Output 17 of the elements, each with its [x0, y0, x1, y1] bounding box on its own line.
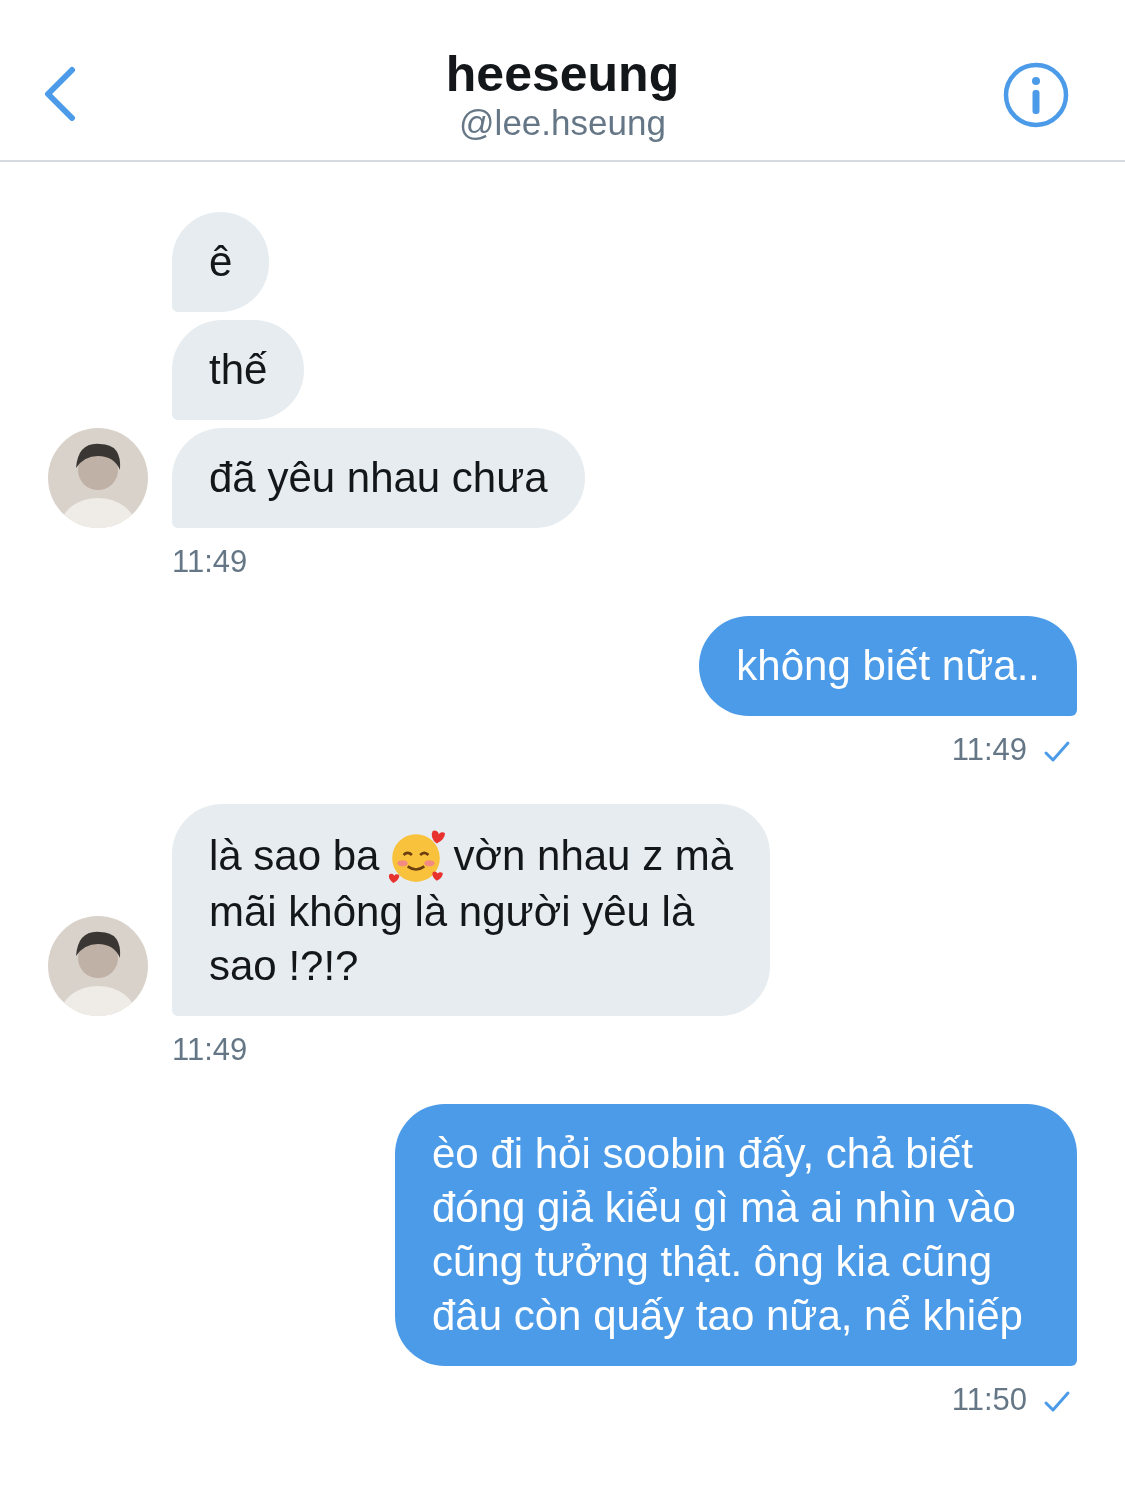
- message-bubble: thế: [172, 320, 305, 420]
- message-text: vờn nhau z mà: [453, 831, 734, 881]
- timestamp: 11:49: [951, 732, 1027, 768]
- message-text: mãi không là người yêu là: [209, 887, 695, 937]
- contact-handle: @lee.hseung: [459, 102, 666, 144]
- info-button[interactable]: [1003, 62, 1069, 128]
- timestamp: 11:49: [172, 544, 248, 580]
- timestamp: 11:49: [172, 1032, 248, 1068]
- message-bubble: èo đi hỏi soobin đấy, chả biết đóng giả kiểu gì mà ai nhìn vào cũng tưởng thật. ông kia cũng đâu còn quấy tao nữa, nể khiếp: [395, 1104, 1077, 1366]
- message-bubble: ê: [172, 212, 270, 312]
- message-text: là sao ba: [209, 831, 380, 881]
- message-bubble: không biết nữa..: [699, 616, 1077, 716]
- message-text: sao !?!?: [209, 941, 359, 991]
- message-bubble: đã yêu nhau chưa: [172, 428, 585, 528]
- contact-name: heeseung: [445, 46, 680, 102]
- info-icon: [1003, 62, 1069, 128]
- timestamp: 11:50: [951, 1382, 1027, 1418]
